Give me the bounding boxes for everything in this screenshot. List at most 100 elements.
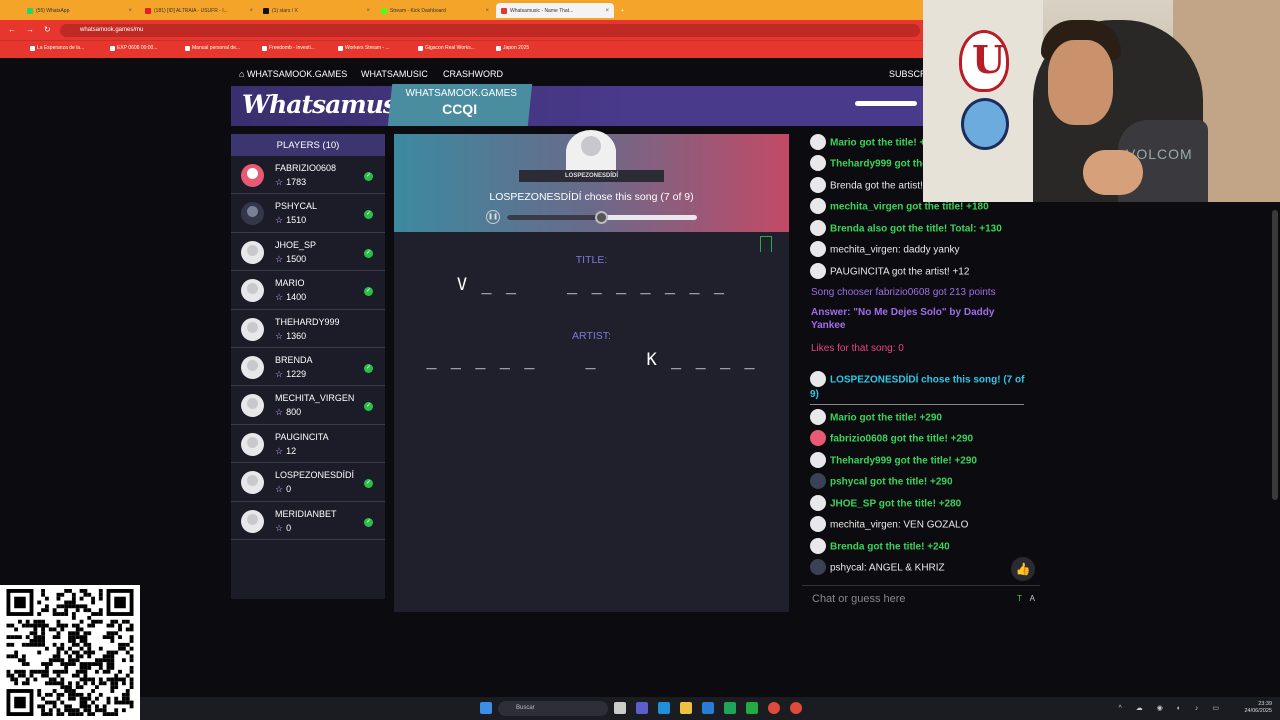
player-row[interactable]: BRENDA ☆ 1229 ✓ xyxy=(231,348,385,387)
reload-icon[interactable]: ↻ xyxy=(44,25,51,34)
star-icon: ☆ xyxy=(275,215,284,226)
nav-subscribe-link[interactable]: SUBSCR xyxy=(889,69,927,79)
player-avatar xyxy=(241,471,264,495)
bookmark-item[interactable]: EXP 0608 00:00... xyxy=(110,45,158,51)
chrome-icon[interactable] xyxy=(768,702,780,714)
bookmark-item[interactable]: Workers Stream - ... xyxy=(338,45,390,51)
chrome-profile-icon[interactable] xyxy=(790,702,802,714)
chat-message: Brenda also got the title! Total: +130 xyxy=(810,220,1025,237)
address-bar[interactable]: whatsamook.games/mu xyxy=(60,24,920,37)
chat-message: Thehardy999 got the title! +290 xyxy=(810,452,1025,469)
nav-home-link[interactable]: ⌂ WHATSAMOOK.GAMES xyxy=(239,69,347,79)
progress-knob[interactable] xyxy=(595,211,608,224)
pause-button[interactable]: ❚❚ xyxy=(486,210,500,224)
player-score-value: 1360 xyxy=(286,330,307,341)
song-progress-bar[interactable] xyxy=(507,211,697,224)
windows-start-icon[interactable] xyxy=(480,702,492,714)
browser-tab[interactable]: (55) WhatsApp × xyxy=(22,3,137,18)
star-icon: ☆ xyxy=(275,407,284,418)
player-row[interactable]: LOSPEZONESDÍDÍ ☆ 0 ✓ xyxy=(231,463,385,502)
bookmark-item[interactable]: Manual personal de... xyxy=(185,45,240,51)
player-row[interactable]: MERIDIANBET ☆ 0 ✓ xyxy=(231,502,385,540)
chat-input[interactable]: Chat or guess here T A xyxy=(802,585,1040,611)
qr-code-pattern xyxy=(6,589,134,716)
player-row[interactable]: MECHITA_VIRGEN ☆ 800 ✓ xyxy=(231,386,385,425)
close-icon[interactable]: × xyxy=(249,8,253,14)
font-button[interactable]: A xyxy=(1030,594,1035,603)
chat-input-placeholder: Chat or guess here xyxy=(812,593,906,605)
chat-message: PAUGINCITA got the artist! +12 xyxy=(810,263,1025,280)
bookmark-item[interactable]: La Esperanza de la... xyxy=(30,45,84,51)
new-tab-button[interactable]: + xyxy=(616,3,630,18)
chat-message: mechita_virgen: VEN GOZALO xyxy=(810,516,1025,533)
player-row[interactable]: MARIO ☆ 1400 ✓ xyxy=(231,271,385,310)
bookmark-item[interactable]: Freedomb - Investi... xyxy=(262,45,315,51)
chose-song-text: LOSPEZONESDÍDÍ chose this song (7 of 9) xyxy=(489,191,694,203)
player-avatar xyxy=(241,509,264,533)
tab-label: (181) [ID] ALTRAIA - USUFR - I... xyxy=(154,7,228,14)
player-name: PSHYCAL xyxy=(275,201,318,212)
browser-tab-active[interactable]: Whatsamusic - Name That... × xyxy=(496,3,614,18)
player-avatar xyxy=(241,394,264,418)
task-view-icon[interactable] xyxy=(614,702,626,714)
player-row[interactable]: THEHARDY999 ☆ 1360 xyxy=(231,310,385,348)
star-icon: ☆ xyxy=(275,292,284,303)
thumbs-up-button[interactable]: 👍 xyxy=(1011,557,1035,581)
page-scrollbar[interactable] xyxy=(1272,210,1278,500)
chat-message-text: fabrizio0608 got the title! +290 xyxy=(830,433,974,445)
player-score-value: 1400 xyxy=(286,292,307,303)
close-icon[interactable]: × xyxy=(485,8,489,14)
browser-tab[interactable]: (181) [ID] ALTRAIA - USUFR - I... × xyxy=(140,3,258,18)
whatsamusic-icon xyxy=(501,7,507,14)
check-icon: ✓ xyxy=(364,402,373,412)
bookmarks-bar: La Esperanza de la... EXP 0608 00:00... … xyxy=(0,40,923,58)
nav-whatsamusic-link[interactable]: WHATSAMUSIC xyxy=(361,69,428,79)
excel-icon[interactable] xyxy=(724,702,736,714)
outlook-icon[interactable] xyxy=(702,702,714,714)
check-icon: ✓ xyxy=(364,287,373,297)
chat-message-text: pshycal got the title! +290 xyxy=(830,476,953,488)
player-avatar xyxy=(241,432,264,456)
forward-icon[interactable]: → xyxy=(26,25,34,34)
bookmark-item[interactable]: Gigacon Real Works... xyxy=(418,45,475,51)
xbox-icon[interactable] xyxy=(746,702,758,714)
close-icon[interactable]: × xyxy=(128,8,132,14)
bookmark-item[interactable]: Japon 2025 xyxy=(496,45,529,51)
game-panel: LOSPEZONESDÍDÍ LOSPEZONESDÍDÍ chose this… xyxy=(394,130,789,612)
file-explorer-icon[interactable] xyxy=(680,702,692,714)
manchester-city-crest-icon xyxy=(961,98,1009,150)
browser-tab[interactable]: (1) stars / X × xyxy=(258,3,375,18)
text-format-button[interactable]: T xyxy=(1017,594,1022,603)
player-row[interactable]: FABRIZIO0608 ☆ 1783 ✓ xyxy=(231,156,385,195)
edge-icon[interactable] xyxy=(658,702,670,714)
player-row[interactable]: PAUGINCITA ☆ 12 xyxy=(231,425,385,464)
chooser-ribbon: LOSPEZONESDÍDÍ xyxy=(519,170,664,182)
chat-message: JHOE_SP got the title! +280 xyxy=(810,495,1025,512)
chat-message-text: mechita_virgen got the title! +180 xyxy=(830,201,989,213)
player-row[interactable]: JHOE_SP ☆ 1500 ✓ xyxy=(231,233,385,272)
artist-label: ARTIST: xyxy=(572,330,611,342)
teams-icon[interactable] xyxy=(636,702,648,714)
back-icon[interactable]: ← xyxy=(8,25,16,34)
taskbar-clock[interactable]: 23:39 24/06/2025 xyxy=(1244,701,1272,715)
close-icon[interactable]: × xyxy=(366,8,370,14)
volume-slider[interactable] xyxy=(855,101,917,106)
browser-tab[interactable]: Stream - Kick Dashboard × xyxy=(376,3,494,18)
chat-avatar xyxy=(810,538,826,554)
taskbar-search-label: Buscar xyxy=(516,705,535,711)
system-tray-icons[interactable]: ^ ☁ ◉ ◐ ♪ ▭ xyxy=(1119,704,1225,712)
player-row[interactable]: PSHYCAL ☆ 1510 ✓ xyxy=(231,194,385,233)
player-name: THEHARDY999 xyxy=(275,316,340,327)
player-score: ☆ 1400 xyxy=(275,292,306,303)
nav-crashword-link[interactable]: CRASHWORD xyxy=(443,69,503,79)
bookmark-icon xyxy=(496,45,501,51)
taskbar-search[interactable]: Buscar xyxy=(498,701,608,716)
browser-tab-strip: (55) WhatsApp × (181) [ID] ALTRAIA - USUF… xyxy=(0,0,923,20)
close-icon[interactable]: × xyxy=(605,8,609,14)
check-icon: ✓ xyxy=(364,517,373,527)
chat-message-text: Brenda also got the title! Total: +130 xyxy=(830,223,1002,235)
player-avatar xyxy=(241,317,264,341)
player-name: MARIO xyxy=(275,278,305,289)
chat-message-text: PAUGINCITA got the artist! +12 xyxy=(830,266,970,278)
bookmark-icon[interactable] xyxy=(760,236,772,252)
